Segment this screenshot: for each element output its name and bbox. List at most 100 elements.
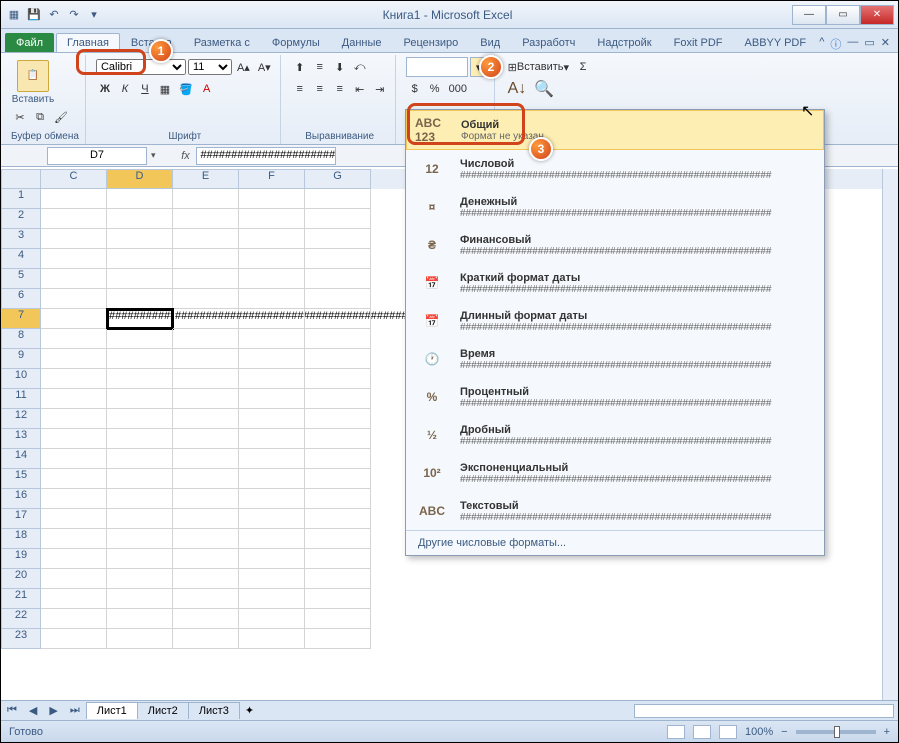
find-icon[interactable]: 🔍: [531, 79, 557, 99]
minimize-ribbon-icon[interactable]: ^: [819, 36, 824, 52]
cell[interactable]: [107, 429, 173, 449]
grow-font-icon[interactable]: A▴: [234, 57, 253, 77]
row-header[interactable]: 15: [1, 469, 41, 489]
zoom-slider[interactable]: [796, 730, 876, 734]
sheet-nav-next-icon[interactable]: ▶: [43, 704, 63, 717]
currency-icon[interactable]: $: [406, 79, 424, 99]
sheet-tab[interactable]: Лист1: [86, 702, 138, 719]
fx-icon[interactable]: fx: [176, 150, 196, 162]
cell[interactable]: [305, 349, 371, 369]
cell[interactable]: [41, 589, 107, 609]
row-header[interactable]: 5: [1, 269, 41, 289]
cell[interactable]: [41, 529, 107, 549]
cell[interactable]: [305, 529, 371, 549]
cell[interactable]: [173, 409, 239, 429]
cell[interactable]: [239, 269, 305, 289]
cell[interactable]: [305, 369, 371, 389]
cell[interactable]: [107, 409, 173, 429]
cell[interactable]: [107, 369, 173, 389]
name-box[interactable]: D7: [47, 147, 147, 165]
cell[interactable]: [173, 189, 239, 209]
row-header[interactable]: 6: [1, 289, 41, 309]
sheet-tab[interactable]: Лист2: [137, 702, 189, 719]
cell[interactable]: [41, 389, 107, 409]
column-header[interactable]: D: [107, 169, 173, 189]
cell[interactable]: [107, 629, 173, 649]
select-all-button[interactable]: [1, 169, 41, 189]
cell[interactable]: [173, 289, 239, 309]
cell[interactable]: [107, 509, 173, 529]
row-header[interactable]: 19: [1, 549, 41, 569]
border-icon[interactable]: ▦: [156, 79, 174, 99]
cell[interactable]: ########################################: [173, 309, 239, 329]
tab-Формулы[interactable]: Формулы: [261, 33, 331, 52]
cell[interactable]: [305, 189, 371, 209]
cell[interactable]: [173, 389, 239, 409]
cell[interactable]: [239, 609, 305, 629]
cell[interactable]: [239, 389, 305, 409]
row-header[interactable]: 7: [1, 309, 41, 329]
cell[interactable]: [107, 189, 173, 209]
number-format-option[interactable]: 12Числовой##############################…: [406, 150, 824, 188]
font-size-select[interactable]: 11: [188, 59, 232, 75]
cell[interactable]: [41, 369, 107, 389]
cell[interactable]: [305, 629, 371, 649]
zoom-level[interactable]: 100%: [745, 726, 773, 738]
format-painter-icon[interactable]: 🖌: [51, 107, 71, 127]
cell[interactable]: [107, 569, 173, 589]
comma-icon[interactable]: 000: [446, 79, 470, 99]
cell[interactable]: [305, 549, 371, 569]
cell[interactable]: [41, 509, 107, 529]
row-header[interactable]: 10: [1, 369, 41, 389]
maximize-button[interactable]: ▭: [826, 5, 860, 25]
cell[interactable]: [107, 349, 173, 369]
redo-icon[interactable]: ↷: [65, 6, 83, 24]
sort-filter-icon[interactable]: A↓: [505, 79, 530, 99]
cell[interactable]: [305, 249, 371, 269]
new-sheet-icon[interactable]: ✦: [239, 704, 260, 717]
number-format-option[interactable]: ½Дробный################################…: [406, 416, 824, 454]
view-layout-icon[interactable]: [693, 725, 711, 739]
cell[interactable]: [305, 389, 371, 409]
cell[interactable]: [41, 209, 107, 229]
cell[interactable]: [239, 329, 305, 349]
sheet-tab[interactable]: Лист3: [188, 702, 240, 719]
row-header[interactable]: 4: [1, 249, 41, 269]
minimize-button[interactable]: —: [792, 5, 826, 25]
indent-dec-icon[interactable]: ⇤: [351, 79, 369, 99]
cell[interactable]: [41, 309, 107, 329]
cell[interactable]: [305, 329, 371, 349]
cell[interactable]: [239, 349, 305, 369]
cell[interactable]: [107, 269, 173, 289]
cell[interactable]: [173, 589, 239, 609]
cell[interactable]: [41, 329, 107, 349]
cell[interactable]: [305, 269, 371, 289]
font-color-icon[interactable]: A: [198, 79, 216, 99]
align-left-icon[interactable]: ≡: [291, 79, 309, 99]
tab-Разметка с[interactable]: Разметка с: [183, 33, 261, 52]
row-header[interactable]: 18: [1, 529, 41, 549]
cell[interactable]: [239, 469, 305, 489]
cell[interactable]: [41, 189, 107, 209]
cell[interactable]: [239, 209, 305, 229]
row-header[interactable]: 16: [1, 489, 41, 509]
cell[interactable]: [239, 369, 305, 389]
cell[interactable]: [305, 569, 371, 589]
cell[interactable]: [173, 469, 239, 489]
view-pagebreak-icon[interactable]: [719, 725, 737, 739]
cell[interactable]: [305, 229, 371, 249]
row-header[interactable]: 20: [1, 569, 41, 589]
row-header[interactable]: 2: [1, 209, 41, 229]
cell[interactable]: [239, 509, 305, 529]
cell[interactable]: [239, 229, 305, 249]
row-header[interactable]: 22: [1, 609, 41, 629]
cell[interactable]: [41, 289, 107, 309]
row-header[interactable]: 11: [1, 389, 41, 409]
cell[interactable]: [107, 449, 173, 469]
cell[interactable]: [239, 289, 305, 309]
cut-icon[interactable]: ✂: [11, 107, 29, 127]
save-icon[interactable]: 💾: [25, 6, 43, 24]
copy-icon[interactable]: ⧉: [31, 107, 49, 127]
cell[interactable]: [173, 349, 239, 369]
column-header[interactable]: C: [41, 169, 107, 189]
